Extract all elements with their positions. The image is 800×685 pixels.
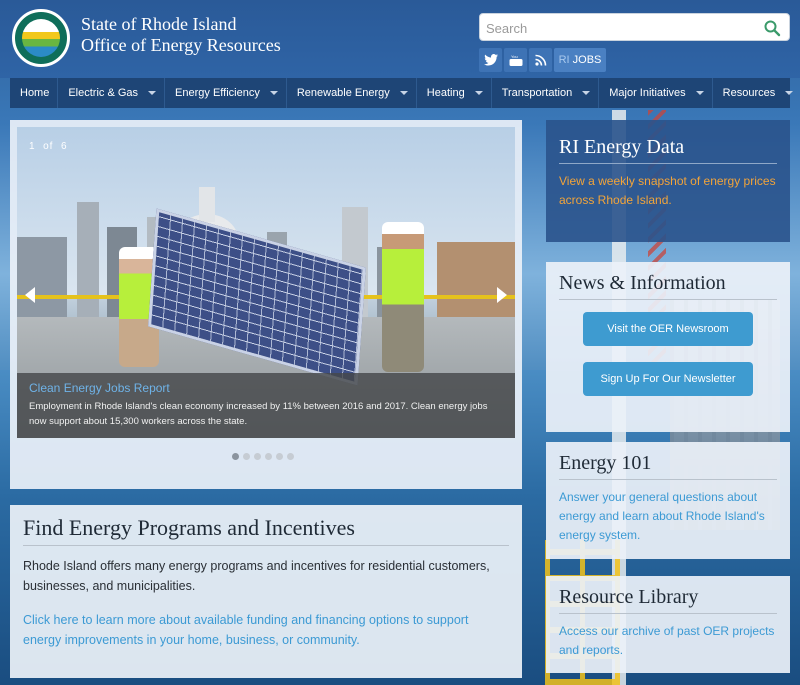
nav-item-resources[interactable]: Resources xyxy=(713,78,800,108)
search-box xyxy=(479,13,790,41)
slider-next-arrow-icon[interactable] xyxy=(497,287,507,303)
slide-counter-total: 6 xyxy=(61,141,68,152)
nav-item-label: Transportation xyxy=(501,87,573,99)
chevron-down-icon xyxy=(785,91,794,96)
visit-newsroom-button[interactable]: Visit the OER Newsroom xyxy=(583,312,753,346)
nav-item-label: Major Initiatives xyxy=(609,87,686,99)
nav-item-heating[interactable]: Heating xyxy=(417,78,492,108)
jobs-label: JOBS xyxy=(572,54,602,66)
site-title[interactable]: State of Rhode Island Office of Energy R… xyxy=(81,14,281,56)
news-information-title: News & Information xyxy=(559,272,777,300)
slider-dot[interactable] xyxy=(243,453,250,460)
find-energy-programs-panel: Find Energy Programs and Incentives Rhod… xyxy=(10,505,522,678)
ri-jobs-button[interactable]: RI JOBS xyxy=(554,48,606,72)
site-header: State of Rhode Island Office of Energy R… xyxy=(0,0,800,78)
nav-item-home[interactable]: Home xyxy=(10,78,59,108)
news-information-box: News & Information Visit the OER Newsroo… xyxy=(546,262,790,432)
state-seal-logo[interactable] xyxy=(12,9,70,67)
slider-pagination xyxy=(232,453,294,460)
search-icon[interactable] xyxy=(763,19,781,37)
chevron-down-icon xyxy=(474,91,483,96)
site-title-line2: Office of Energy Resources xyxy=(81,35,281,55)
chevron-down-icon xyxy=(148,91,157,96)
resource-library-title: Resource Library xyxy=(559,586,777,614)
ri-energy-data-title[interactable]: RI Energy Data xyxy=(559,136,777,164)
slider-prev-arrow-icon[interactable] xyxy=(25,287,35,303)
slide-caption: Clean Energy Jobs Report Employment in R… xyxy=(17,373,515,438)
slide-counter-current: 1 xyxy=(29,141,36,152)
slider-dot[interactable] xyxy=(265,453,272,460)
slider-dot[interactable] xyxy=(287,453,294,460)
slide-caption-text: Employment in Rhode Island's clean econo… xyxy=(29,401,488,427)
energy-101-title: Energy 101 xyxy=(559,452,777,480)
jobs-prefix: RI xyxy=(558,54,570,66)
twitter-icon xyxy=(483,54,498,66)
chevron-down-icon xyxy=(399,91,408,96)
main-navigation: Home Electric & Gas Energy Efficiency Renew… xyxy=(10,78,794,108)
nav-item-label: Home xyxy=(20,87,50,99)
resource-library-box: Resource Library Access our archive of p… xyxy=(546,576,790,673)
slider-dot[interactable] xyxy=(254,453,261,460)
slider-dot[interactable] xyxy=(276,453,283,460)
chevron-down-icon xyxy=(582,91,591,96)
newsletter-signup-button[interactable]: Sign Up For Our Newsletter xyxy=(583,362,753,396)
nav-item-label: Heating xyxy=(426,87,465,99)
youtube-icon: You xyxy=(509,54,522,66)
find-energy-funding-link[interactable]: Click here to learn more about available… xyxy=(23,610,509,650)
slider-dot[interactable] xyxy=(232,453,239,460)
find-energy-text: Rhode Island offers many energy programs… xyxy=(23,559,490,593)
find-energy-title: Find Energy Programs and Incentives xyxy=(23,515,509,546)
nav-item-electric-gas[interactable]: Electric & Gas xyxy=(58,78,166,108)
site-title-line1: State of Rhode Island xyxy=(81,14,237,34)
rss-icon xyxy=(534,54,546,66)
ri-energy-data-box: RI Energy Data View a weekly snapshot of… xyxy=(546,120,790,242)
twitter-button[interactable] xyxy=(479,48,502,72)
nav-item-major-initiatives[interactable]: Major Initiatives xyxy=(599,78,713,108)
nav-item-energy-efficiency[interactable]: Energy Efficiency xyxy=(165,78,287,108)
nav-item-label: Renewable Energy xyxy=(296,87,390,99)
chevron-down-icon xyxy=(695,91,704,96)
nav-item-label: Resources xyxy=(722,87,776,99)
slide-counter: 1 of 6 xyxy=(29,141,68,152)
slide-caption-title[interactable]: Clean Energy Jobs Report xyxy=(29,381,503,395)
seal-emblem xyxy=(22,19,60,57)
rss-button[interactable] xyxy=(529,48,552,72)
search-input[interactable] xyxy=(486,18,756,38)
ri-energy-data-link[interactable]: View a weekly snapshot of energy prices … xyxy=(559,172,777,210)
nav-item-label: Energy Efficiency xyxy=(175,87,260,99)
energy-101-link[interactable]: Answer your general questions about ener… xyxy=(559,488,777,545)
nav-item-renewable-energy[interactable]: Renewable Energy xyxy=(287,78,417,108)
resource-library-link[interactable]: Access our archive of past OER projects … xyxy=(559,622,777,660)
youtube-button[interactable]: You xyxy=(504,48,527,72)
slide-counter-of: of xyxy=(43,141,54,152)
chevron-down-icon xyxy=(269,91,278,96)
slide-image[interactable]: 1 of 6 Clean Energy Jobs Report Employme… xyxy=(17,127,515,438)
worker-right xyxy=(382,222,424,372)
svg-text:You: You xyxy=(511,54,518,59)
nav-item-transportation[interactable]: Transportation xyxy=(492,78,600,108)
nav-item-label: Electric & Gas xyxy=(68,87,139,99)
energy-101-box: Energy 101 Answer your general questions… xyxy=(546,442,790,559)
featured-slider: 1 of 6 Clean Energy Jobs Report Employme… xyxy=(10,120,522,489)
